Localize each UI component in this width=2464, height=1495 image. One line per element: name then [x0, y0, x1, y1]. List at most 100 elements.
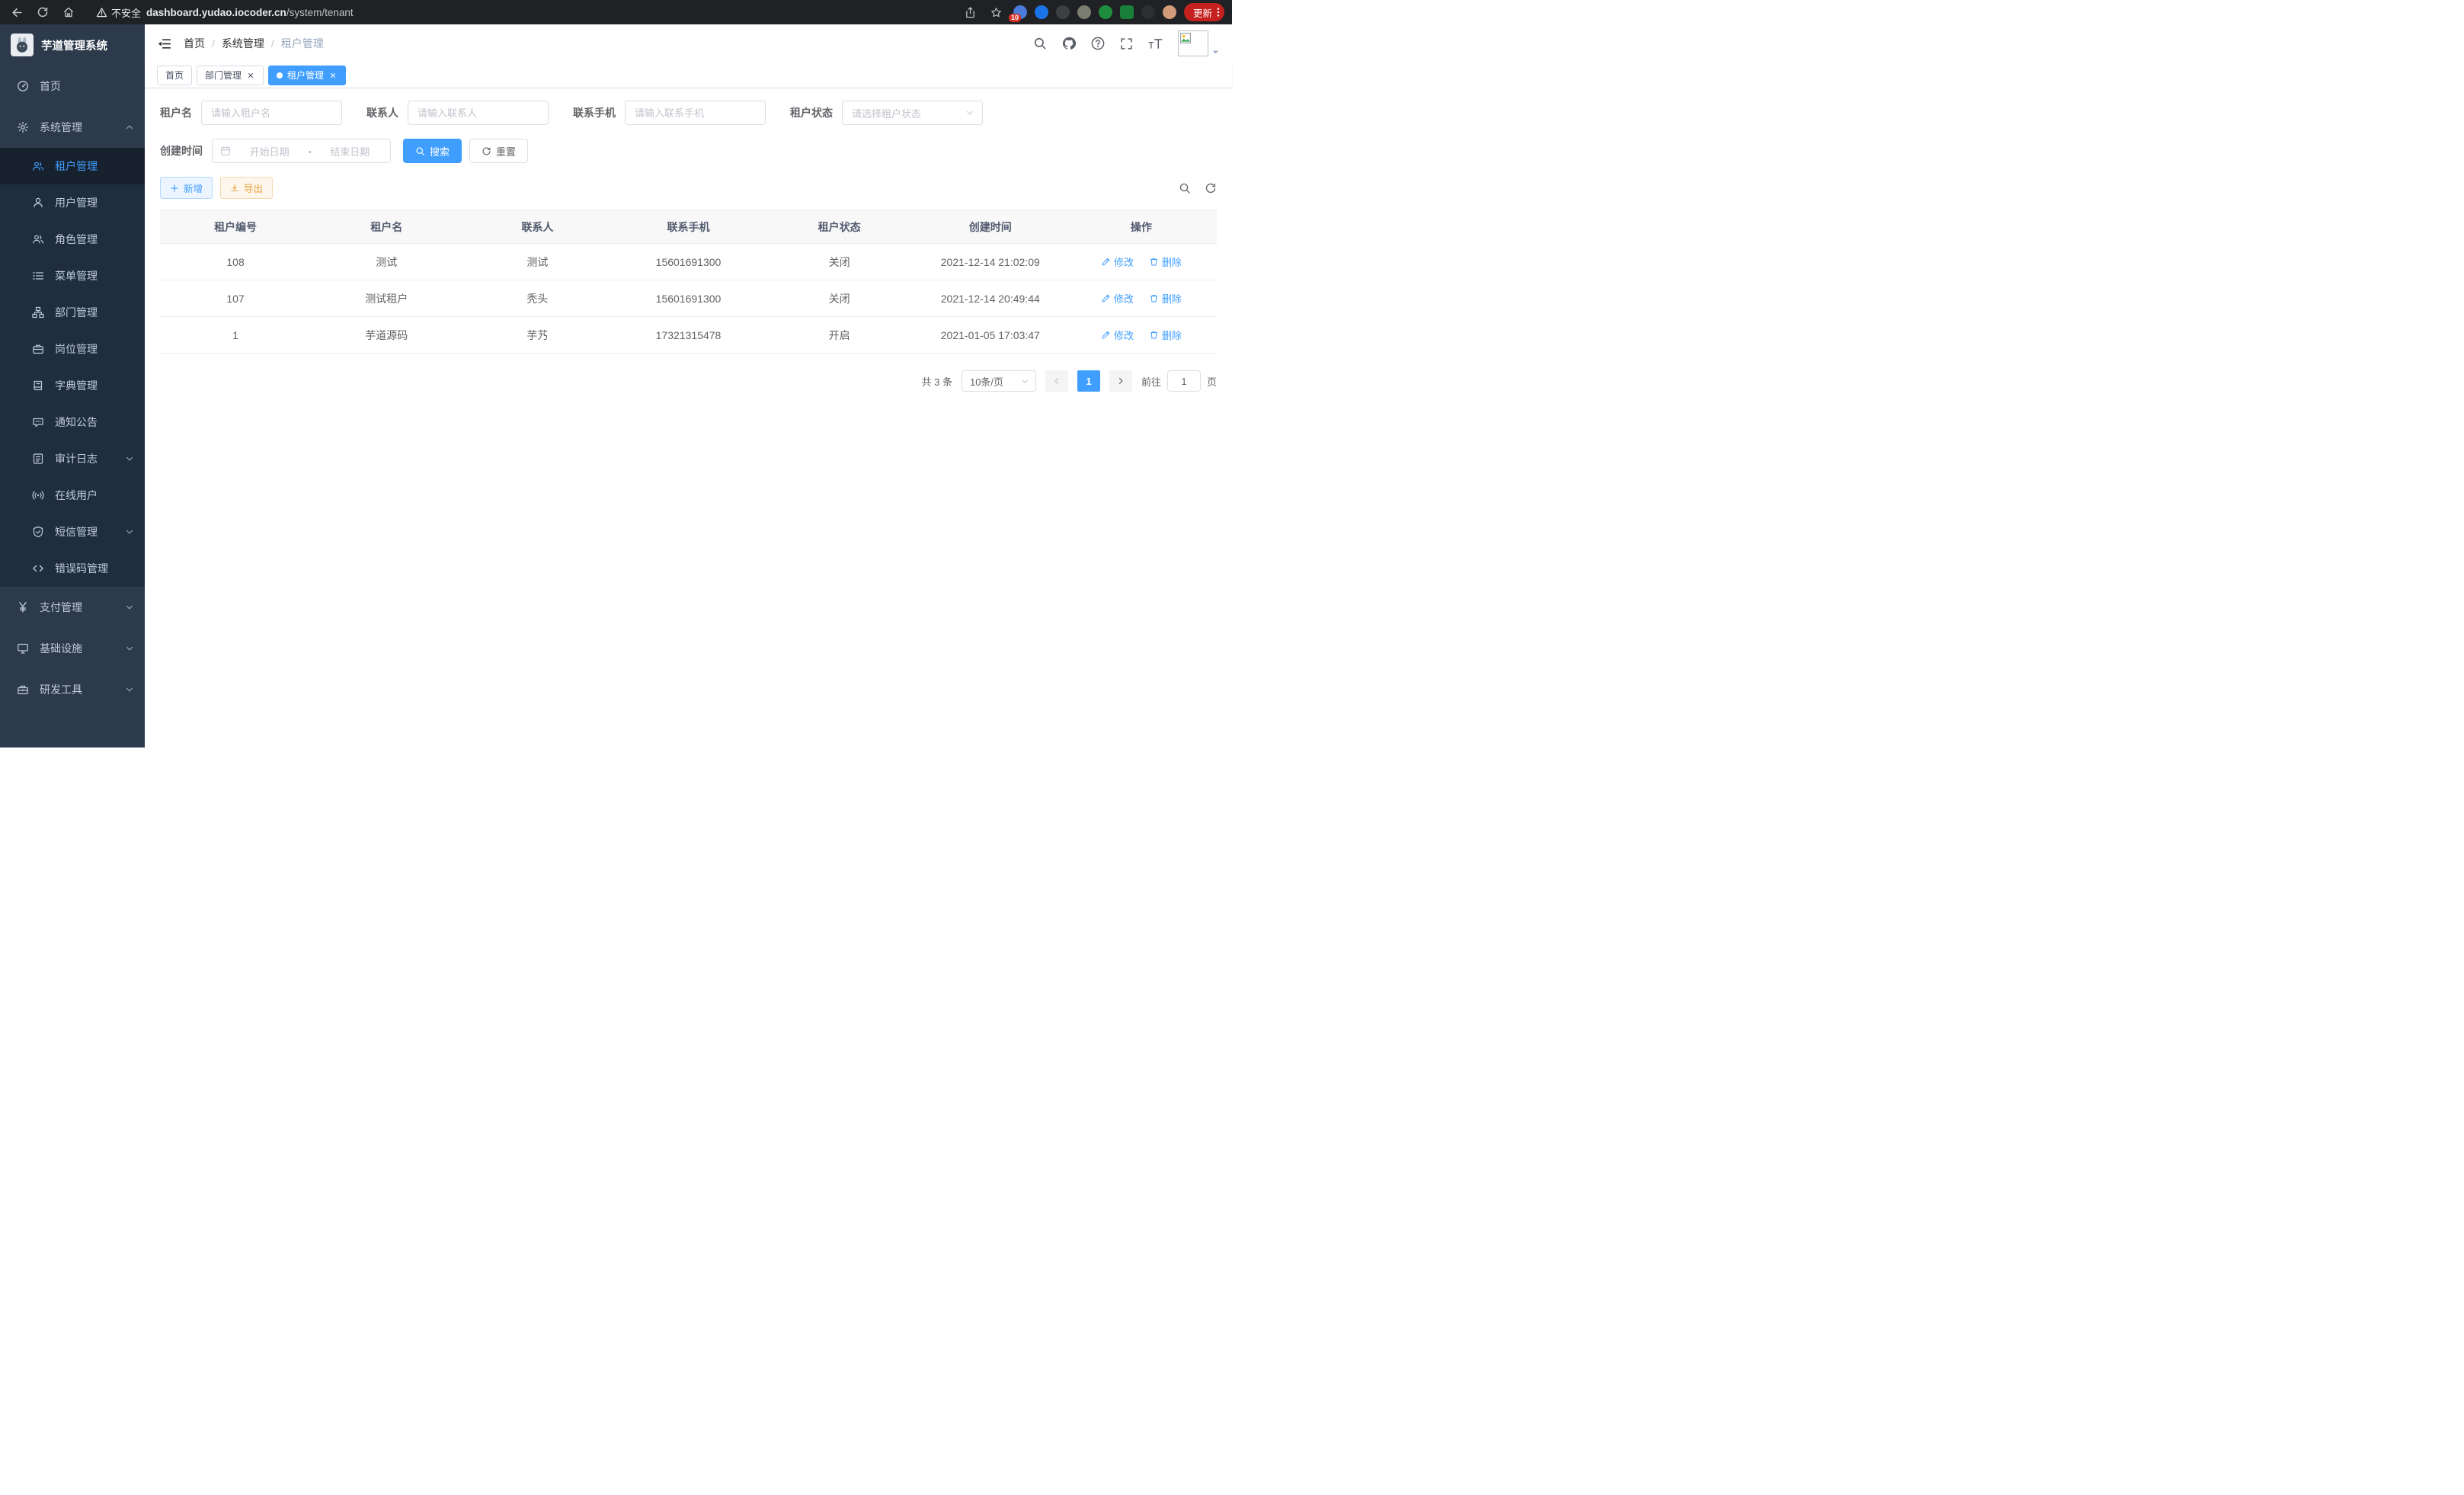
extension-icon-5[interactable]: [1099, 5, 1112, 19]
sidebar-item-error-code-management[interactable]: 错误码管理: [0, 550, 145, 587]
col-created: 创建时间: [915, 210, 1066, 244]
edit-link[interactable]: 修改: [1101, 255, 1134, 269]
address-bar[interactable]: 不安全 dashboard.yudao.iocoder.cn/system/te…: [85, 5, 954, 20]
sidebar-item-notice[interactable]: 通知公告: [0, 404, 145, 440]
delete-link[interactable]: 删除: [1149, 255, 1182, 269]
sidebar-item-label: 审计日志: [55, 451, 98, 466]
extensions-puzzle-icon[interactable]: [1141, 5, 1155, 19]
sidebar-item-label: 研发工具: [40, 682, 82, 697]
tenant-name-input[interactable]: [201, 101, 342, 125]
delete-link[interactable]: 删除: [1149, 328, 1182, 342]
page-size-select[interactable]: 10条/页: [962, 370, 1036, 392]
user-avatar[interactable]: [1178, 30, 1220, 56]
page-url: dashboard.yudao.iocoder.cn/system/tenant: [146, 7, 354, 18]
dictionary-icon: [32, 379, 44, 392]
bookmark-star-button[interactable]: [987, 3, 1006, 21]
sidebar-item-online-users[interactable]: 在线用户: [0, 477, 145, 514]
sidebar-menu: 首页 系统管理 租户管理 用户管理 角色管理 菜单管理: [0, 66, 145, 748]
url-path: /system/tenant: [286, 7, 354, 18]
prev-page-button[interactable]: [1045, 370, 1068, 392]
close-icon[interactable]: [246, 71, 255, 80]
shield-icon: [32, 526, 44, 538]
contact-input[interactable]: [408, 101, 549, 125]
app-logo[interactable]: 芋道管理系统: [0, 24, 145, 66]
logo-image: [11, 34, 34, 56]
sidebar-collapse-icon[interactable]: [157, 37, 171, 51]
export-button[interactable]: 导出: [220, 177, 273, 199]
fullscreen-icon[interactable]: [1120, 37, 1133, 50]
edit-label: 修改: [1114, 255, 1134, 269]
sidebar-item-dept-management[interactable]: 部门管理: [0, 294, 145, 331]
chevron-down-icon: [125, 603, 134, 612]
browser-menu-kebab-icon[interactable]: [1217, 7, 1220, 18]
tab-dept-management[interactable]: 部门管理: [197, 66, 264, 85]
sidebar-item-dev-tools[interactable]: 研发工具: [0, 669, 145, 710]
sidebar-item-dict-management[interactable]: 字典管理: [0, 367, 145, 404]
sidebar-item-user-management[interactable]: 用户管理: [0, 184, 145, 221]
refresh-table-icon[interactable]: [1205, 182, 1217, 194]
date-range-picker[interactable]: 开始日期 - 结束日期: [212, 139, 391, 163]
profile-avatar-icon[interactable]: [1163, 5, 1176, 19]
edit-link[interactable]: 修改: [1101, 328, 1134, 342]
sidebar-item-payment-management[interactable]: 支付管理: [0, 587, 145, 628]
edit-link[interactable]: 修改: [1101, 291, 1134, 306]
app-frame: 芋道管理系统 首页 系统管理 租户管理 用户管理 角色管: [0, 24, 1232, 748]
cell-tenant-id: 1: [160, 317, 311, 354]
tab-home[interactable]: 首页: [157, 66, 192, 85]
sidebar-item-post-management[interactable]: 岗位管理: [0, 331, 145, 367]
cell-contact: 秃头: [462, 280, 613, 317]
sidebar-item-label: 通知公告: [55, 415, 98, 430]
search-button[interactable]: 搜索: [403, 139, 462, 163]
sidebar-item-tenant-management[interactable]: 租户管理: [0, 148, 145, 184]
reload-button[interactable]: [34, 3, 52, 21]
pagination: 共 3 条 10条/页 1 前往 页: [160, 370, 1217, 392]
calendar-icon: [220, 146, 231, 156]
sidebar-item-sms-management[interactable]: 短信管理: [0, 514, 145, 550]
filter-row-2: 创建时间 开始日期 - 结束日期 搜索 重置: [160, 139, 1217, 163]
extension-icon-1[interactable]: 10: [1013, 5, 1027, 19]
close-icon[interactable]: [328, 71, 338, 80]
sidebar: 芋道管理系统 首页 系统管理 租户管理 用户管理 角色管: [0, 24, 145, 748]
goto-page-input[interactable]: [1167, 370, 1201, 392]
font-size-icon[interactable]: [1148, 38, 1163, 50]
breadcrumb-system[interactable]: 系统管理: [222, 36, 264, 51]
page-number-button[interactable]: 1: [1077, 370, 1100, 392]
cell-phone: 15601691300: [613, 280, 763, 317]
extension-icon-2[interactable]: [1035, 5, 1048, 19]
phone-input[interactable]: [625, 101, 766, 125]
share-button[interactable]: [962, 3, 980, 21]
filter-tenant-name: 租户名: [160, 101, 342, 125]
extension-icon-4[interactable]: [1077, 5, 1091, 19]
sidebar-item-menu-management[interactable]: 菜单管理: [0, 258, 145, 294]
cell-tenant-id: 108: [160, 244, 311, 280]
show-search-icon[interactable]: [1179, 182, 1191, 194]
extension-icon-6[interactable]: [1120, 5, 1134, 19]
edit-label: 修改: [1114, 328, 1134, 342]
extension-icon-3[interactable]: [1056, 5, 1070, 19]
sidebar-item-role-management[interactable]: 角色管理: [0, 221, 145, 258]
sidebar-item-infrastructure[interactable]: 基础设施: [0, 628, 145, 669]
security-warning[interactable]: 不安全: [96, 5, 141, 20]
delete-link[interactable]: 删除: [1149, 291, 1182, 306]
home-button[interactable]: [59, 3, 78, 21]
reset-button[interactable]: 重置: [469, 139, 528, 163]
status-select[interactable]: 请选择租户状态: [842, 101, 983, 125]
pagination-total: 共 3 条: [922, 374, 952, 389]
tab-tenant-management[interactable]: 租户管理: [268, 66, 346, 85]
main-area: 首页 / 系统管理 / 租户管理 首页: [145, 24, 1232, 748]
sidebar-item-label: 错误码管理: [55, 561, 108, 576]
cell-phone: 15601691300: [613, 244, 763, 280]
sidebar-item-system-management[interactable]: 系统管理: [0, 107, 145, 148]
back-button[interactable]: [8, 3, 26, 21]
breadcrumb-home[interactable]: 首页: [184, 36, 205, 51]
sidebar-item-audit-log[interactable]: 审计日志: [0, 440, 145, 477]
next-page-button[interactable]: [1109, 370, 1132, 392]
update-button[interactable]: 更新: [1184, 3, 1224, 21]
url-domain: dashboard.yudao.iocoder.cn: [146, 7, 286, 18]
add-button-label: 新增: [184, 181, 203, 195]
help-icon[interactable]: [1091, 37, 1105, 50]
github-icon[interactable]: [1062, 37, 1076, 50]
add-button[interactable]: 新增: [160, 177, 213, 199]
sidebar-item-home[interactable]: 首页: [0, 66, 145, 107]
search-icon[interactable]: [1033, 37, 1047, 50]
